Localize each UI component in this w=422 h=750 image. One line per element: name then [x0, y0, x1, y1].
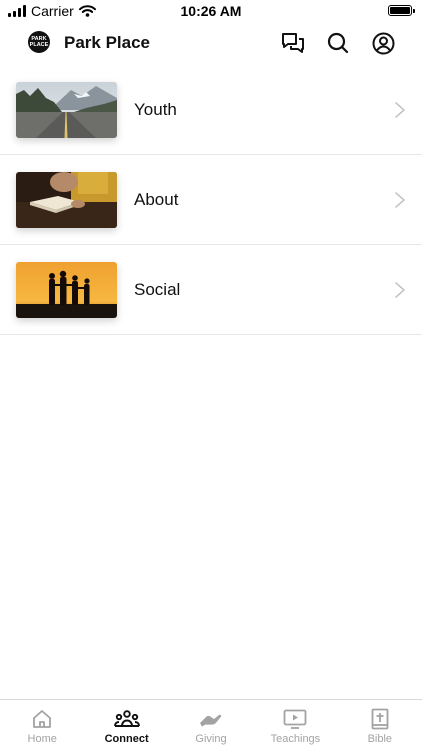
list-item-label: Youth — [134, 100, 177, 119]
messages-icon[interactable] — [280, 30, 306, 56]
tab-teachings[interactable]: Teachings — [253, 700, 337, 750]
page-title: Park Place — [64, 33, 151, 52]
tab-label: Home — [27, 733, 57, 745]
social-thumbnail — [16, 262, 117, 318]
youth-thumbnail — [16, 82, 117, 138]
bible-icon — [367, 708, 393, 730]
list-item-label: Social — [134, 280, 181, 299]
profile-icon[interactable] — [370, 30, 396, 56]
connect-list: Youth About Social — [0, 65, 422, 335]
tab-label: Giving — [195, 733, 227, 745]
about-thumbnail — [16, 172, 117, 228]
chevron-right-icon — [395, 102, 405, 118]
search-icon[interactable] — [325, 30, 351, 56]
battery-icon — [388, 5, 415, 16]
giving-hand-icon — [198, 708, 224, 730]
list-item-youth[interactable]: Youth — [0, 65, 422, 155]
app-header: PARK PLACE Park Place — [0, 28, 422, 60]
status-time: 10:26 AM — [180, 3, 242, 19]
tab-bible[interactable]: Bible — [338, 700, 422, 750]
status-bar: Carrier 10:26 AM — [0, 0, 422, 22]
list-item-about[interactable]: About — [0, 155, 422, 245]
list-item-label: About — [134, 190, 179, 209]
people-icon — [113, 708, 140, 730]
tab-label: Connect — [104, 733, 149, 745]
chevron-right-icon — [395, 282, 405, 298]
chevron-right-icon — [395, 192, 405, 208]
church-logo[interactable]: PARK PLACE — [28, 31, 50, 53]
list-item-social[interactable]: Social — [0, 245, 422, 335]
logo-text-line-2: PLACE — [29, 42, 49, 48]
play-screen-icon — [282, 708, 308, 730]
home-icon — [29, 708, 55, 730]
tab-label: Teachings — [270, 733, 321, 745]
tab-home[interactable]: Home — [0, 700, 84, 750]
tab-giving[interactable]: Giving — [169, 700, 253, 750]
tab-label: Bible — [367, 733, 393, 745]
tab-bar: Home Connect Giving Teachings Bible — [0, 699, 422, 750]
tab-connect[interactable]: Connect — [84, 700, 168, 750]
